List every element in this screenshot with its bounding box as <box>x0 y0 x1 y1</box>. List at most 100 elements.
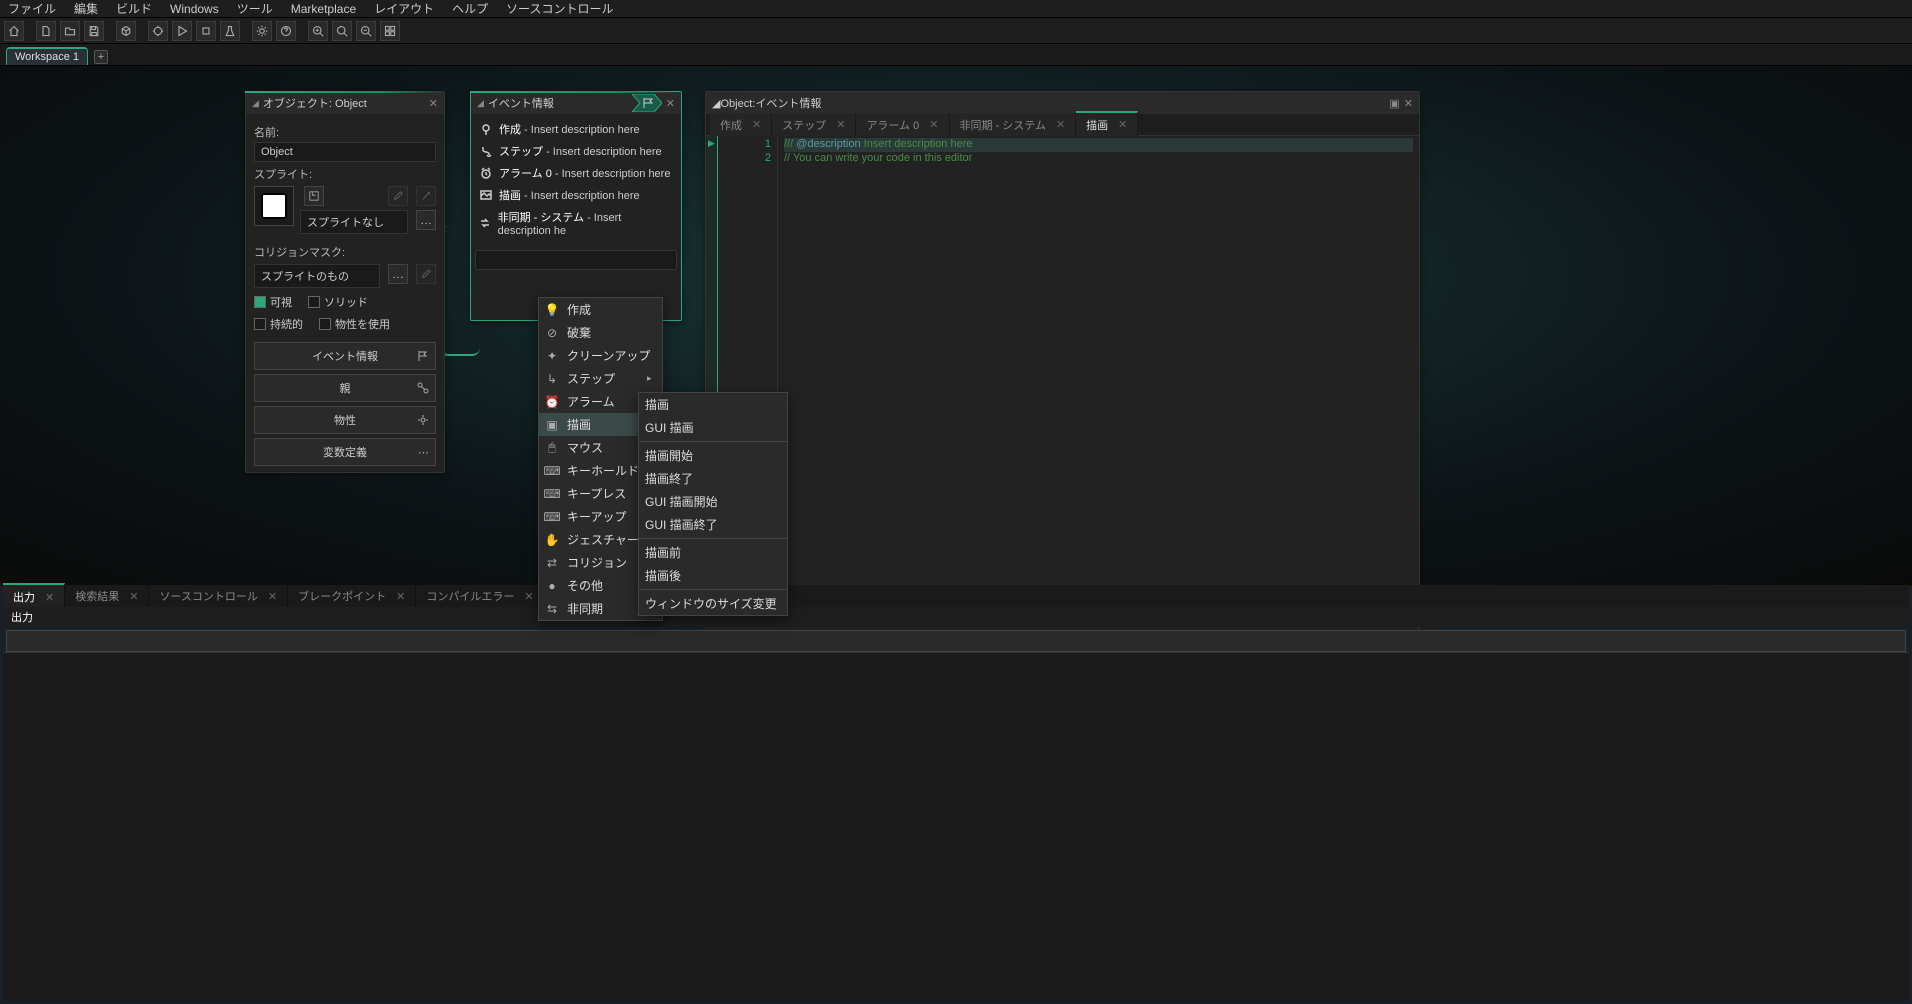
zoom-reset-button[interactable] <box>332 21 352 41</box>
object-name-input[interactable]: Object <box>254 142 436 162</box>
close-icon[interactable]: ✕ <box>1118 118 1127 131</box>
sub-draw[interactable]: 描画 <box>639 393 787 416</box>
dock-tab-compile-errors[interactable]: コンパイルエラー✕ <box>416 584 544 608</box>
sprite-new-button[interactable] <box>304 186 324 206</box>
collision-more-button[interactable]: … <box>388 264 408 284</box>
collapse-icon[interactable]: ◢ <box>712 97 720 110</box>
ctx-destroy[interactable]: ⊘破棄 <box>539 321 662 344</box>
add-workspace-button[interactable]: + <box>94 50 108 64</box>
package-button[interactable] <box>116 21 136 41</box>
menu-build[interactable]: ビルド <box>116 0 152 17</box>
object-panel-title: オブジェクト: Object <box>263 95 367 111</box>
events-button[interactable]: イベント情報 <box>254 342 436 370</box>
close-icon[interactable]: ✕ <box>45 591 54 604</box>
ctx-step[interactable]: ↳ステップ▸ <box>539 367 662 390</box>
event-async[interactable]: 非同期 - システム - Insert description he <box>475 206 677 240</box>
settings-button[interactable] <box>252 21 272 41</box>
code-editor[interactable]: /// @description Insert description here… <box>778 136 1419 610</box>
close-icon[interactable]: ✕ <box>836 118 845 131</box>
vars-button[interactable]: 変数定義⋯ <box>254 438 436 466</box>
sprite-name-field[interactable]: スプライトなし <box>300 210 408 234</box>
sub-window-resize[interactable]: ウィンドウのサイズ変更 <box>639 592 787 615</box>
run-button[interactable] <box>172 21 192 41</box>
physics-checkbox[interactable]: 物性を使用 <box>319 316 390 332</box>
menu-tools[interactable]: ツール <box>237 0 273 17</box>
sub-gui-draw-begin[interactable]: GUI 描画開始 <box>639 490 787 513</box>
object-panel-header[interactable]: ◢ オブジェクト: Object ✕ <box>246 92 444 114</box>
close-icon[interactable]: ✕ <box>666 97 675 110</box>
sprite-thumb[interactable] <box>254 186 294 226</box>
clean-button[interactable] <box>220 21 240 41</box>
collapse-icon[interactable]: ◢ <box>252 98 259 109</box>
event-create[interactable]: 作成 - Insert description here <box>475 118 677 140</box>
menu-marketplace[interactable]: Marketplace <box>291 2 356 16</box>
sub-pre-draw[interactable]: 描画前 <box>639 541 787 564</box>
code-tab-step[interactable]: ステップ✕ <box>772 113 856 137</box>
ctx-cleanup[interactable]: ✦クリーンアップ <box>539 344 662 367</box>
sprite-more-button[interactable]: … <box>416 210 436 230</box>
keypress-icon: ⌨ <box>545 487 559 501</box>
dock-tab-output[interactable]: 出力✕ <box>3 583 65 609</box>
new-button[interactable] <box>36 21 56 41</box>
open-button[interactable] <box>60 21 80 41</box>
save-button[interactable] <box>84 21 104 41</box>
sub-draw-end[interactable]: 描画終了 <box>639 467 787 490</box>
close-icon[interactable]: ✕ <box>1404 97 1413 110</box>
home-button[interactable] <box>4 21 24 41</box>
workspace[interactable]: ◢ オブジェクト: Object ✕ 名前: Object スプライト: ス <box>0 66 1912 586</box>
close-icon[interactable]: ✕ <box>129 590 138 603</box>
close-icon[interactable]: ✕ <box>268 590 277 603</box>
zoom-out-button[interactable] <box>356 21 376 41</box>
close-icon[interactable]: ✕ <box>429 97 438 110</box>
close-icon[interactable]: ✕ <box>396 590 405 603</box>
dock-tab-source[interactable]: ソースコントロール✕ <box>149 584 288 608</box>
zoom-in-button[interactable] <box>308 21 328 41</box>
code-tab-alarm[interactable]: アラーム 0✕ <box>856 113 949 137</box>
persistent-checkbox[interactable]: 持続的 <box>254 316 303 332</box>
sub-draw-begin[interactable]: 描画開始 <box>639 444 787 467</box>
parent-button[interactable]: 親 <box>254 374 436 402</box>
detach-icon[interactable]: ▣ <box>1389 97 1399 110</box>
workspace-tab[interactable]: Workspace 1 <box>6 47 88 65</box>
physics-button[interactable]: 物性 <box>254 406 436 434</box>
stop-button[interactable] <box>196 21 216 41</box>
event-step[interactable]: ステップ - Insert description here <box>475 140 677 162</box>
code-tab-draw[interactable]: 描画✕ <box>1076 111 1138 137</box>
menu-windows[interactable]: Windows <box>170 2 219 16</box>
add-event-bar[interactable] <box>475 250 677 270</box>
code-tab-create[interactable]: 作成✕ <box>710 113 772 137</box>
close-icon[interactable]: ✕ <box>1056 118 1065 131</box>
ctx-create[interactable]: 💡作成 <box>539 298 662 321</box>
help-button[interactable] <box>276 21 296 41</box>
dock-tab-breakpoints[interactable]: ブレークポイント✕ <box>288 584 416 608</box>
collapse-icon[interactable]: ◢ <box>477 98 484 109</box>
debug-button[interactable] <box>148 21 168 41</box>
close-icon[interactable]: ✕ <box>929 118 938 131</box>
event-draw[interactable]: 描画 - Insert description here <box>475 184 677 206</box>
code-tab-async[interactable]: 非同期 - システム✕ <box>950 113 1077 137</box>
collision-mask-field[interactable]: スプライトのもの <box>254 264 380 288</box>
solid-checkbox[interactable]: ソリッド <box>308 294 368 310</box>
event-alarm[interactable]: アラーム 0 - Insert description here <box>475 162 677 184</box>
broom-icon: ✦ <box>545 349 559 363</box>
dock-filter-input[interactable] <box>6 630 1906 652</box>
sub-gui-draw-end[interactable]: GUI 描画終了 <box>639 513 787 536</box>
output-body[interactable] <box>3 652 1909 1001</box>
snap-button[interactable] <box>380 21 400 41</box>
collision-edit-button[interactable] <box>416 264 436 284</box>
close-icon[interactable]: ✕ <box>752 118 761 131</box>
events-panel-header[interactable]: ◢ イベント情報 ✕ <box>471 92 681 114</box>
visible-checkbox[interactable]: 可視 <box>254 294 292 310</box>
menu-layout[interactable]: レイアウト <box>374 0 434 17</box>
sub-post-draw[interactable]: 描画後 <box>639 564 787 587</box>
sprite-pick-button[interactable] <box>416 186 436 206</box>
menu-source[interactable]: ソースコントロール <box>506 0 613 17</box>
sub-gui-draw[interactable]: GUI 描画 <box>639 416 787 439</box>
menu-file[interactable]: ファイル <box>8 0 56 17</box>
code-panel-header[interactable]: ◢ Object:イベント情報 ▣ ✕ <box>706 92 1419 114</box>
close-icon[interactable]: ✕ <box>524 590 533 603</box>
menu-edit[interactable]: 編集 <box>74 0 98 17</box>
menu-help[interactable]: ヘルプ <box>452 0 488 17</box>
dock-tab-search[interactable]: 検索結果✕ <box>65 584 149 608</box>
sprite-edit-button[interactable] <box>388 186 408 206</box>
